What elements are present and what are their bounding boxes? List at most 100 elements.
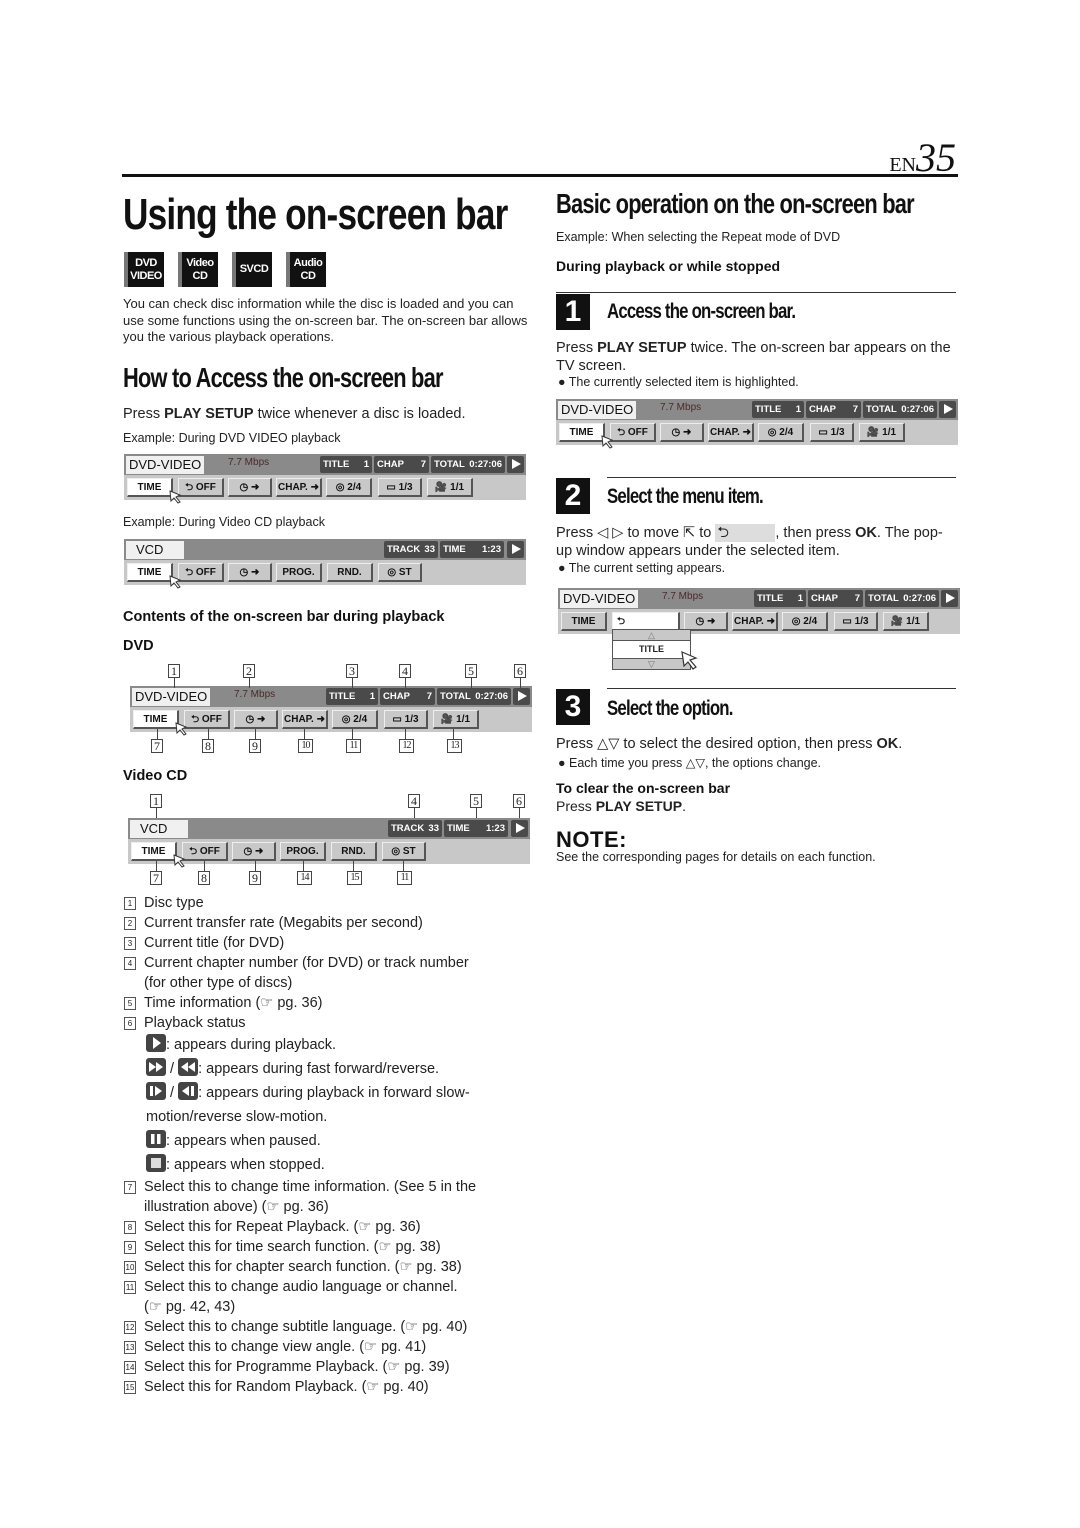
time-button[interactable]: TIME	[127, 563, 173, 582]
intro-paragraph: You can check disc information while the…	[123, 296, 528, 344]
time-search-button[interactable]: ◷ ➜	[234, 710, 278, 729]
play-status-icon	[513, 688, 530, 705]
contents-heading: Contents of the on-screen bar during pla…	[123, 609, 445, 625]
legend-key: 5	[124, 997, 136, 1010]
legend-text: (☞ pg. 42, 43)	[144, 1299, 236, 1315]
angle-button[interactable]: 🎥 1/1	[427, 478, 473, 497]
subtitle-button[interactable]: ▭ 1/3	[834, 612, 878, 631]
callout-marker: 10	[298, 739, 313, 753]
subtitle-button[interactable]: ▭ 1/3	[384, 710, 428, 729]
play-status-icon	[146, 1034, 166, 1052]
basic-operation-heading: Basic operation on the on-screen bar	[556, 188, 915, 219]
random-button[interactable]: RND.	[331, 842, 377, 861]
status-item: : appears when stopped.	[124, 1153, 544, 1177]
transfer-rate: 7.7 Mbps	[234, 689, 276, 700]
time-button[interactable]: TIME	[559, 423, 605, 442]
callout-leader	[471, 678, 472, 688]
legend-list: 1 Disc type 2 Current transfer rate (Megabi…	[124, 893, 544, 1397]
onscreen-bar-vcd-annotated: VCD TRACK 33 TIME 1:23 TIME ⮌ OFF ◷ ➜ PROG. RND. ◎…	[128, 818, 530, 870]
callout-leader	[157, 729, 158, 739]
title-indicator: TITLE 1	[320, 456, 372, 473]
audio-button[interactable]: ◎ 2/4	[332, 710, 378, 729]
disc-type: VCD	[126, 541, 184, 559]
audio-button[interactable]: ◎ 2/4	[758, 423, 804, 442]
callout-leader	[519, 808, 520, 818]
callout-leader	[174, 678, 175, 688]
time-search-button[interactable]: ◷ ➜	[232, 842, 276, 861]
repeat-button[interactable]: ⮌ OFF	[182, 842, 228, 861]
subtitle-button[interactable]: ▭ 1/3	[810, 423, 854, 442]
audio-button[interactable]: ◎ ST	[378, 563, 422, 582]
audio-button[interactable]: ◎ 2/4	[782, 612, 828, 631]
audio-button[interactable]: ◎ 2/4	[326, 478, 372, 497]
subtitle-button[interactable]: ▭ 1/3	[378, 478, 422, 497]
time-search-button[interactable]: ◷ ➜	[228, 563, 272, 582]
step-3-title: Select the option.	[607, 697, 733, 720]
callout-leader	[453, 729, 454, 739]
repeat-icon: ⮌	[715, 524, 776, 542]
repeat-button[interactable]: ⮌ OFF	[184, 710, 230, 729]
time-search-button[interactable]: ◷ ➜	[228, 478, 272, 497]
chapter-search-button[interactable]: CHAP. ➜	[732, 612, 778, 631]
angle-button[interactable]: 🎥 1/1	[859, 423, 905, 442]
disc-badges: DVD VIDEO Video CD SVCD Audio CD	[124, 252, 326, 287]
title-indicator: TITLE 1	[754, 590, 806, 607]
callout-marker: 12	[399, 739, 414, 753]
status-item: / : appears during playback in forward s…	[124, 1081, 544, 1105]
callout-marker: 3	[346, 664, 358, 678]
step-1-number: 1	[556, 294, 590, 330]
title-indicator: TITLE 1	[752, 401, 804, 418]
callout-leader	[353, 861, 354, 871]
play-status-icon	[941, 590, 958, 607]
status-text: motion/reverse slow-motion.	[146, 1109, 328, 1125]
note-text: See the corresponding pages for details …	[556, 850, 876, 864]
time-button[interactable]: TIME	[133, 710, 179, 729]
onscreen-bar-step-1: DVD-VIDEO 7.7 Mbps TITLE 1 CHAP 7 TOTAL 0:27:06…	[556, 399, 958, 451]
legend-item: 2 Current transfer rate (Megabits per sec…	[124, 913, 544, 933]
slow-forward-icon	[146, 1082, 166, 1100]
callout-marker: 9	[249, 871, 261, 885]
program-button[interactable]: PROG.	[276, 563, 322, 582]
repeat-button[interactable]: ⮌ OFF	[178, 563, 224, 582]
legend-text: Time information (☞ pg. 36)	[144, 995, 323, 1011]
legend-text: Select this for chapter search function.…	[144, 1259, 462, 1275]
legend-text: Select this for time search function. (☞…	[144, 1239, 441, 1255]
onscreen-bar-dvd-annotated: DVD-VIDEO 7.7 Mbps TITLE 1 CHAP 7 TOTAL 0:27:06…	[130, 686, 532, 738]
legend-item: 15 Select this for Random Playback. (☞ pg…	[124, 1377, 544, 1397]
legend-key: 7	[124, 1181, 136, 1194]
transfer-rate: 7.7 Mbps	[228, 457, 270, 468]
step-1-title: Access the on-screen bar.	[607, 300, 796, 323]
legend-text: Select this to change time information. …	[144, 1179, 477, 1195]
legend-text: Playback status	[144, 1015, 246, 1031]
audio-button[interactable]: ◎ ST	[382, 842, 426, 861]
callout-leader	[476, 808, 477, 818]
callout-marker: 9	[249, 739, 261, 753]
total-time-indicator: TOTAL 0:27:06	[863, 401, 937, 418]
badge-audio-cd: Audio CD	[286, 252, 326, 287]
time-indicator: TIME 1:23	[444, 820, 508, 837]
badge-svcd: SVCD	[232, 252, 272, 287]
time-button[interactable]: TIME	[131, 842, 177, 861]
legend-key: 11	[124, 1281, 136, 1294]
step-3-bullet: ● Each time you press △▽, the options ch…	[558, 756, 822, 770]
angle-button[interactable]: 🎥 1/1	[883, 612, 929, 631]
chapter-search-button[interactable]: CHAP. ➜	[708, 423, 754, 442]
repeat-button[interactable]: ⮌ OFF	[178, 478, 224, 497]
chapter-search-button[interactable]: CHAP. ➜	[276, 478, 322, 497]
onscreen-bar-dvd-example: DVD-VIDEO 7.7 Mbps TITLE 1 CHAP 7 TOTAL 0:27:06…	[124, 454, 526, 506]
popup-up-arrow[interactable]: △	[612, 629, 691, 641]
random-button[interactable]: RND.	[327, 563, 373, 582]
time-search-button[interactable]: ◷ ➜	[660, 423, 704, 442]
repeat-button[interactable]: ⮌ OFF	[610, 423, 656, 442]
angle-button[interactable]: 🎥 1/1	[433, 710, 479, 729]
time-button[interactable]: TIME	[561, 612, 607, 631]
status-text: : appears during fast forward/reverse.	[198, 1061, 440, 1077]
chapter-search-button[interactable]: CHAP. ➜	[282, 710, 328, 729]
program-button[interactable]: PROG.	[280, 842, 326, 861]
callout-marker: 11	[346, 739, 361, 753]
status-item: motion/reverse slow-motion.	[124, 1105, 544, 1129]
time-button[interactable]: TIME	[127, 478, 173, 497]
how-to-access-heading: How to Access the on-screen bar	[123, 362, 443, 393]
legend-item: 9 Select this for time search function. (…	[124, 1237, 544, 1257]
disc-type: DVD-VIDEO	[132, 688, 211, 706]
